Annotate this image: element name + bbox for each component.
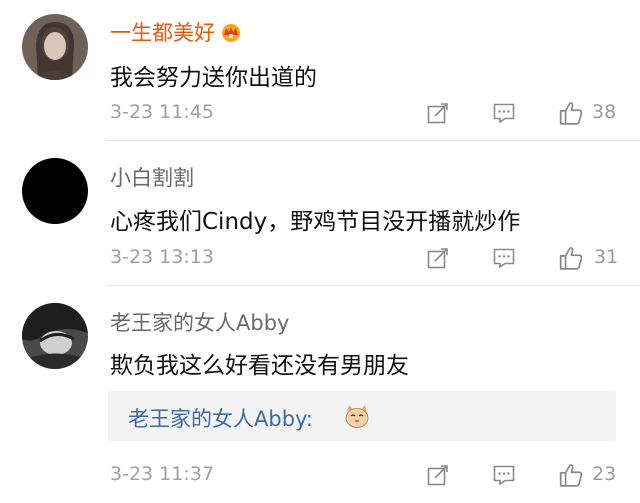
comment-icon[interactable]: [492, 463, 516, 487]
edit-share-icon[interactable]: [426, 101, 450, 125]
thumbs-up-icon[interactable]: [558, 462, 584, 488]
comment-icon[interactable]: [492, 101, 516, 125]
avatar[interactable]: [22, 14, 88, 80]
edit-share-icon[interactable]: [426, 463, 450, 487]
comment-item: 老王家的女人Abby 欺负我这么好看还没有男朋友 老王家的女人Abby: 3-2…: [0, 286, 640, 503]
comment-text: 欺负我这么好看还没有男朋友: [110, 353, 409, 379]
like-count: 23: [592, 463, 617, 485]
username[interactable]: 老王家的女人Abby: [110, 307, 289, 337]
thumbs-up-icon[interactable]: [558, 245, 584, 271]
timestamp: 3-23 11:45: [110, 101, 214, 123]
comment-item: 一生都美好 我会努力送你出道的 3-23 11:45 38: [0, 0, 640, 140]
avatar[interactable]: [22, 158, 88, 224]
timestamp: 3-23 11:37: [110, 463, 214, 485]
comment-icon[interactable]: [492, 246, 516, 270]
crown-badge-icon: [219, 22, 243, 42]
cat-face-emoji-icon: [345, 405, 369, 428]
thumbs-up-icon[interactable]: [558, 100, 584, 126]
comment-text: 心疼我们Cindy，野鸡节目没开播就炒作: [110, 209, 521, 235]
comment-text: 我会努力送你出道的: [110, 65, 317, 91]
edit-share-icon[interactable]: [426, 246, 450, 270]
comment-item: 小白割割 心疼我们Cindy，野鸡节目没开播就炒作 3-23 13:13 31: [0, 141, 640, 285]
username[interactable]: 小白割割: [110, 162, 194, 192]
reply-preview[interactable]: 老王家的女人Abby:: [108, 391, 616, 441]
like-count: 38: [592, 101, 617, 123]
avatar[interactable]: [22, 303, 88, 369]
username[interactable]: 一生都美好: [110, 17, 243, 47]
like-count: 31: [594, 246, 619, 268]
reply-author-link[interactable]: 老王家的女人Abby:: [128, 403, 313, 433]
timestamp: 3-23 13:13: [110, 246, 214, 268]
